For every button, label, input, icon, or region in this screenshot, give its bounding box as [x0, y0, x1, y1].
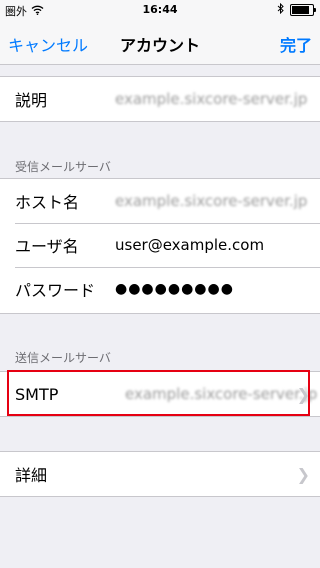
advanced-group: 詳細 ❯: [0, 451, 320, 497]
outgoing-server-header: 送信メールサーバ: [15, 351, 111, 365]
status-right: [277, 2, 316, 17]
password-value[interactable]: ●●●●●●●●●: [115, 281, 234, 297]
bluetooth-icon: [277, 2, 284, 17]
page-title: アカウント: [119, 36, 200, 55]
smtp-row[interactable]: SMTP example.sixcore-server.jp ❯: [0, 372, 320, 416]
user-value[interactable]: user@example.com: [115, 236, 264, 254]
navigation-bar: キャンセル アカウント 完了: [0, 20, 320, 65]
battery-icon: [290, 4, 316, 16]
chevron-right-icon: ❯: [296, 465, 310, 484]
user-row[interactable]: ユーザ名 user@example.com: [0, 223, 320, 267]
incoming-server-group: ホスト名 example.sixcore-server.jp ユーザ名 user…: [0, 178, 320, 314]
description-value[interactable]: example.sixcore-server.jp: [115, 90, 307, 108]
host-value[interactable]: example.sixcore-server.jp: [115, 192, 307, 210]
details-label: 詳細: [15, 466, 48, 485]
password-label: パスワード: [15, 281, 96, 300]
description-label: 説明: [15, 91, 48, 110]
host-label: ホスト名: [15, 193, 80, 212]
battery-fill: [292, 6, 309, 14]
smtp-value: example.sixcore-server.jp: [125, 385, 318, 403]
outgoing-server-group: SMTP example.sixcore-server.jp ❯: [0, 371, 320, 417]
status-bar: 圏外 16:44: [0, 0, 320, 20]
done-button[interactable]: 完了: [280, 32, 312, 56]
status-time: 16:44: [142, 3, 178, 16]
description-row[interactable]: 説明 example.sixcore-server.jp: [0, 77, 320, 121]
smtp-label: SMTP: [15, 384, 59, 404]
password-row[interactable]: パスワード ●●●●●●●●●: [0, 267, 320, 311]
incoming-server-header: 受信メールサーバ: [15, 160, 111, 174]
details-row[interactable]: 詳細 ❯: [0, 452, 320, 496]
host-row[interactable]: ホスト名 example.sixcore-server.jp: [0, 179, 320, 223]
account-group: 説明 example.sixcore-server.jp: [0, 76, 320, 122]
user-label: ユーザ名: [15, 237, 79, 256]
chevron-right-icon: ❯: [296, 385, 310, 404]
